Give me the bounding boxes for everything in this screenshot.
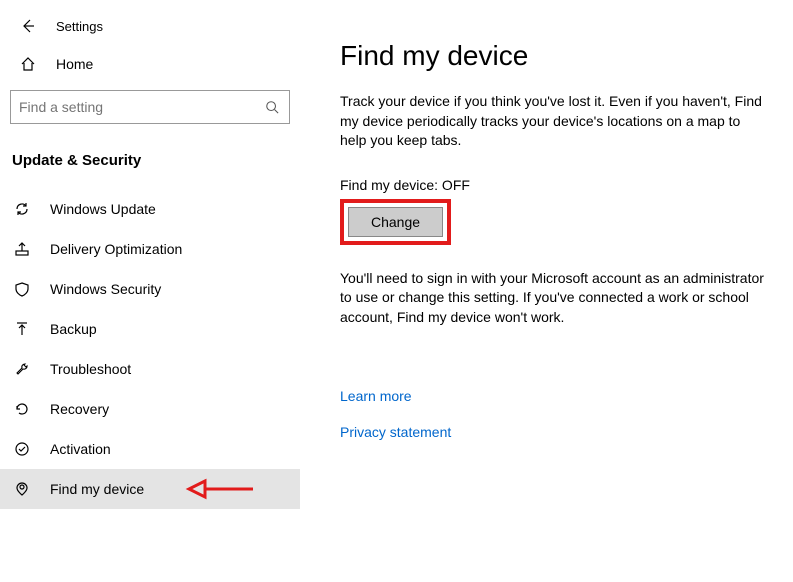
sidebar-item-delivery-optimization[interactable]: Delivery Optimization [0, 229, 300, 269]
change-button[interactable]: Change [348, 207, 443, 237]
arrow-annotation-icon [185, 476, 255, 502]
wrench-icon [12, 361, 32, 377]
sidebar-item-label: Recovery [50, 401, 109, 417]
group-title: Update & Security [0, 134, 300, 179]
backup-icon [12, 321, 32, 337]
delivery-icon [12, 241, 32, 257]
shield-icon [12, 281, 32, 297]
sidebar-item-backup[interactable]: Backup [0, 309, 300, 349]
home-icon [18, 56, 38, 72]
sidebar-item-label: Windows Security [50, 281, 161, 297]
sidebar-item-label: Windows Update [50, 201, 156, 217]
location-icon [12, 481, 32, 497]
sidebar-item-label: Backup [50, 321, 97, 337]
sidebar-item-label: Delivery Optimization [50, 241, 182, 257]
status-text: Find my device: OFF [340, 177, 773, 193]
sidebar-item-troubleshoot[interactable]: Troubleshoot [0, 349, 300, 389]
sidebar-item-windows-update[interactable]: Windows Update [0, 189, 300, 229]
page-description: Track your device if you think you've lo… [340, 92, 770, 151]
privacy-link[interactable]: Privacy statement [340, 424, 773, 440]
sidebar-item-label: Troubleshoot [50, 361, 131, 377]
sidebar-item-find-my-device[interactable]: Find my device [0, 469, 300, 509]
nav-list: Windows Update Delivery Optimization Win… [0, 189, 300, 509]
search-input[interactable] [19, 99, 265, 115]
admin-note: You'll need to sign in with your Microso… [340, 269, 770, 328]
main-content: Find my device Track your device if you … [300, 0, 793, 582]
header: Settings [0, 10, 300, 48]
app-title: Settings [56, 19, 103, 34]
sidebar: Settings Home Update & Security Windows … [0, 0, 300, 582]
highlight-box: Change [340, 199, 451, 245]
back-icon[interactable] [18, 18, 38, 34]
sidebar-item-activation[interactable]: Activation [0, 429, 300, 469]
sync-icon [12, 201, 32, 217]
sidebar-item-windows-security[interactable]: Windows Security [0, 269, 300, 309]
sidebar-item-label: Find my device [50, 481, 144, 497]
recovery-icon [12, 401, 32, 417]
page-title: Find my device [340, 40, 773, 72]
activation-icon [12, 441, 32, 457]
home-label: Home [56, 56, 93, 72]
sidebar-item-label: Activation [50, 441, 111, 457]
search-icon [265, 100, 281, 114]
learn-more-link[interactable]: Learn more [340, 388, 773, 404]
search-box[interactable] [10, 90, 290, 124]
sidebar-item-recovery[interactable]: Recovery [0, 389, 300, 429]
home-nav[interactable]: Home [0, 48, 300, 80]
